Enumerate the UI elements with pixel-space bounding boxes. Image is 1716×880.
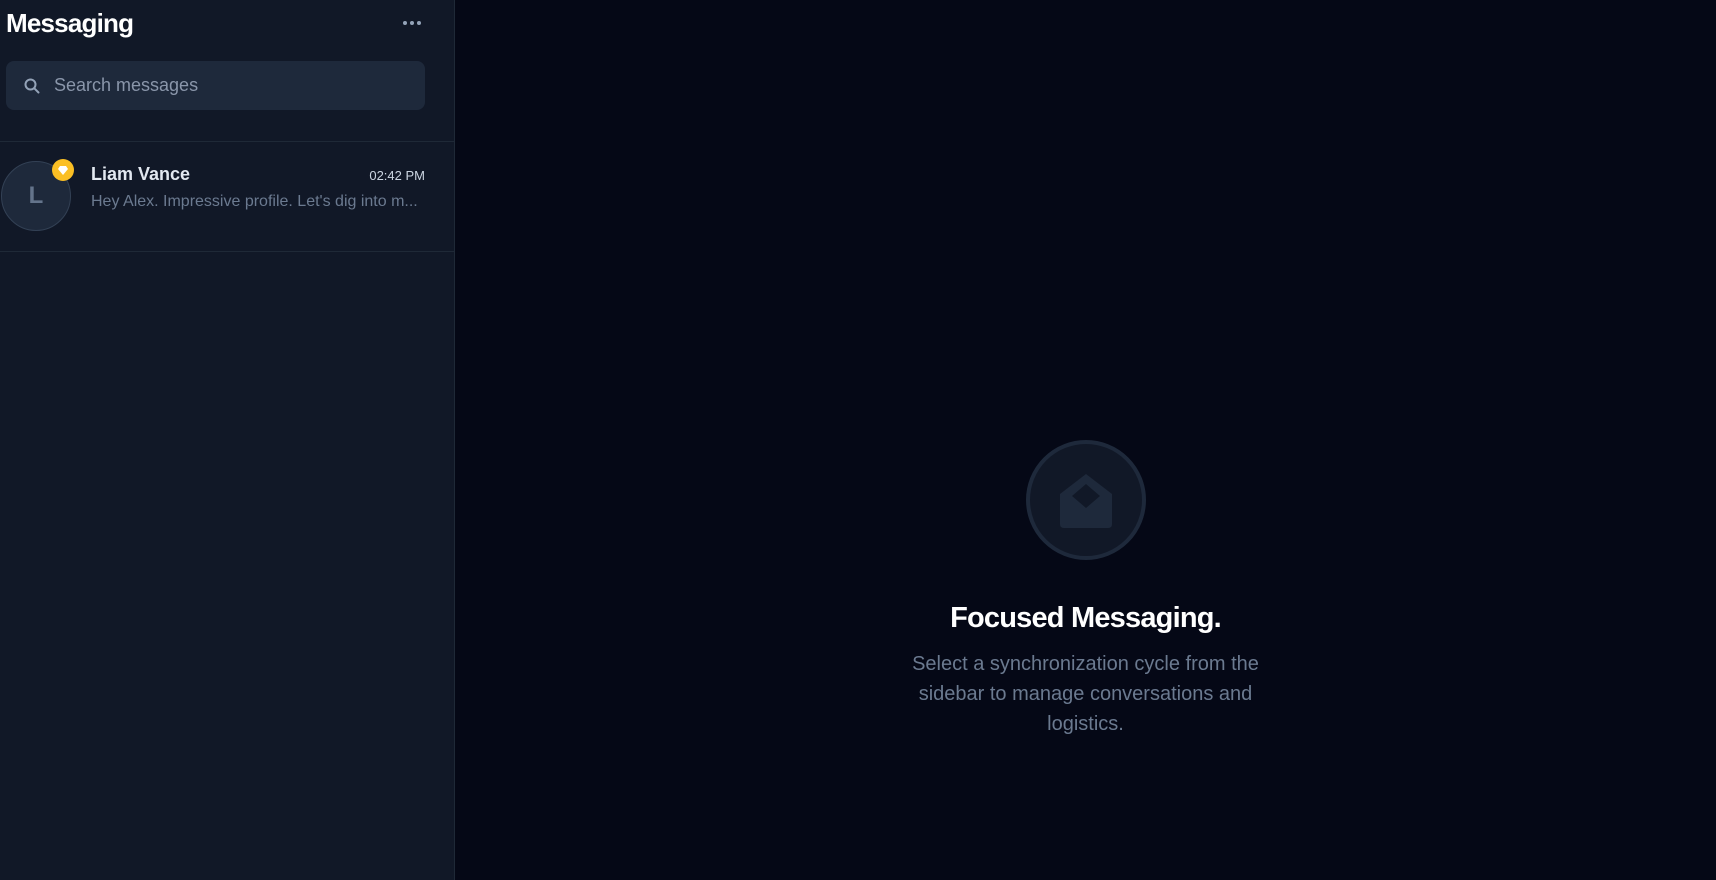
empty-state-title: Focused Messaging. [950,602,1222,634]
app-root: Messaging L [0,0,1716,880]
search-icon [24,78,40,93]
more-options-button[interactable] [398,9,426,37]
open-envelope-icon [1059,474,1112,528]
conversation-time: 02:42 PM [369,168,425,183]
conversation-header: Liam Vance 02:42 PM [91,164,425,185]
search-container [0,46,454,110]
conversation-name: Liam Vance [91,164,191,184]
conversation-body: Liam Vance 02:42 PM Hey Alex. Impressive… [91,164,425,211]
more-horizontal-icon-dot [410,21,414,25]
search-box[interactable] [6,61,425,110]
conversation-item[interactable]: L Liam Vance 02:42 PM Hey Alex. Impressi… [0,142,454,252]
conversation-preview: Hey Alex. Impressive profile. Let's dig … [91,193,418,210]
search-input[interactable] [54,75,407,96]
empty-state: Focused Messaging. Select a synchronizat… [455,440,1716,739]
main-panel: Focused Messaging. Select a synchronizat… [455,0,1716,880]
premium-gem-icon [58,166,68,175]
more-horizontal-icon [403,21,407,25]
sidebar: Messaging L [0,0,455,880]
sidebar-title: Messaging [6,7,134,38]
empty-state-icon-circle [1025,440,1146,560]
sidebar-header: Messaging [0,0,454,46]
conversation-list: L Liam Vance 02:42 PM Hey Alex. Impressi… [0,142,454,252]
more-horizontal-icon-dot [417,21,421,25]
empty-state-subtitle: Select a synchronization cycle from the … [912,653,1259,735]
premium-badge [52,159,74,181]
